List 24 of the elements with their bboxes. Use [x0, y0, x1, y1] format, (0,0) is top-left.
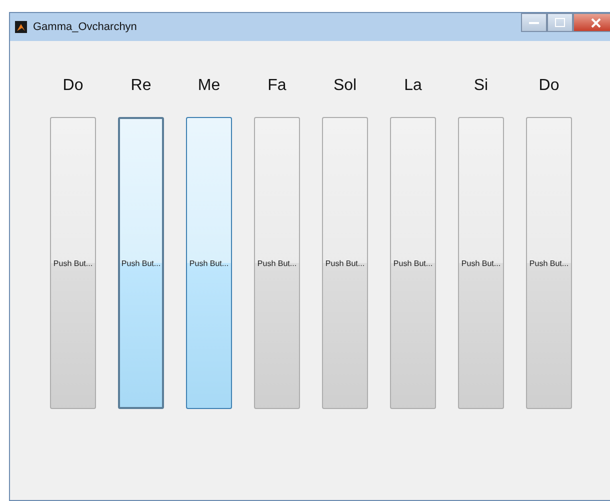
minimize-icon — [529, 20, 539, 24]
note-label: Re — [130, 77, 152, 96]
push-button[interactable]: Push But... — [322, 117, 368, 409]
push-button[interactable]: Push But... — [186, 117, 232, 409]
maximize-icon — [555, 18, 565, 27]
note-label: Me — [198, 77, 220, 96]
maximize-button[interactable] — [547, 13, 573, 32]
push-button[interactable]: Push But... — [458, 117, 504, 409]
close-icon — [590, 18, 602, 28]
push-button[interactable]: Push But... — [50, 117, 96, 409]
push-button[interactable]: Push But... — [118, 117, 164, 409]
push-button[interactable]: Push But... — [390, 117, 436, 409]
window-title: Gamma_Ovcharchyn — [33, 21, 137, 33]
push-button[interactable]: Push But... — [254, 117, 300, 409]
close-button[interactable] — [573, 13, 610, 32]
note-label: La — [404, 77, 422, 96]
app-icon — [15, 21, 27, 33]
note-label: Si — [474, 77, 488, 96]
note-label: Fa — [268, 77, 286, 96]
note-label: Sol — [333, 77, 357, 96]
minimize-button[interactable] — [521, 13, 547, 32]
push-button[interactable]: Push But... — [526, 117, 572, 409]
note-label: Do — [538, 77, 560, 96]
note-label: Do — [62, 77, 84, 96]
